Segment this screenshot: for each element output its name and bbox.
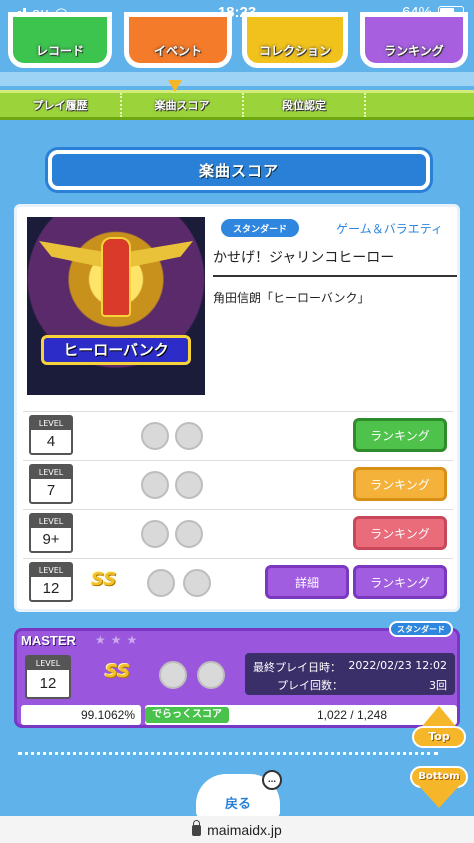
level-row-master: LEVEL 12 SS 詳細 ランキング [23,558,453,604]
difficulty-label: MASTER [21,633,76,648]
level-label: LEVEL [31,564,71,577]
detail-button[interactable]: 詳細 [265,565,349,599]
top-nav: レコード イベント コレクション ランキング [0,12,474,72]
level-value: 12 [39,675,57,692]
standard-badge: スタンダード [221,219,299,237]
play-count-value: 3回 [429,679,447,692]
play-count-row: プレイ回数： 3回 [253,677,447,693]
level-label: LEVEL [31,417,71,430]
tab-song-score[interactable]: 楽曲スコア [122,93,244,117]
nav-record[interactable]: レコード [8,12,112,68]
scroll-top-label: Top [412,726,466,748]
tab-play-history[interactable]: プレイ履歴 [0,93,122,117]
achievement-rate: 99.1062% [21,705,141,725]
level-box: LEVEL 12 [29,562,73,602]
jacket-hero [101,237,131,317]
fc-slot-icon [159,661,187,689]
song-artist: 角田信朗「ヒーローバンク」 [213,291,370,305]
jacket-wing-left [39,241,101,267]
play-count-label: プレイ回数： [277,679,343,692]
master-summary: MASTER ★★★ スタンダード LEVEL 12 SS 最終プレイ日時： 2… [14,621,460,728]
speech-bubble-icon: … [262,770,282,790]
level-row-basic: LEVEL 4 ランキング [23,411,453,457]
level-value: 9+ [42,531,60,548]
sub-tabs: プレイ履歴 楽曲スコア 段位認定 [0,90,474,120]
fs-slot-icon [175,471,203,499]
difficulty-stars-icon: ★★★ [95,633,143,647]
score-bar: 99.1062% でらっくスコア 1,022 / 1,248 [21,705,457,725]
fs-slot-icon [175,422,203,450]
level-box: LEVEL 4 [29,415,73,455]
song-genre: ゲーム＆バラエティ [336,222,443,236]
level-box: LEVEL 9+ [29,513,73,553]
back-label: 戻る [224,797,251,812]
fc-slot-icon [141,520,169,548]
ranking-button-advanced[interactable]: ランキング [353,467,447,501]
lock-icon [192,820,202,836]
level-row-advanced: LEVEL 7 ランキング [23,460,453,506]
song-title: かせげ！ジャリンコヒーロー [213,247,457,277]
fs-slot-icon [183,569,211,597]
song-card: ヒーローバンク スタンダード ゲーム＆バラエティ かせげ！ジャリンコヒーロー 角… [14,204,460,612]
last-play-label: 最終プレイ日時： [253,661,341,674]
tab-empty [366,93,474,117]
fc-slot-icon [141,422,169,450]
level-box: LEVEL 12 [25,655,71,699]
arrow-down-icon [419,786,459,808]
level-label: LEVEL [27,657,69,670]
fs-slot-icon [175,520,203,548]
level-value: 4 [46,433,56,450]
dotted-divider [18,752,438,756]
level-box: LEVEL 7 [29,464,73,504]
address-bar[interactable]: maimaidx.jp [0,816,474,843]
fc-slot-icon [141,471,169,499]
jacket-logo: ヒーローバンク [41,335,191,365]
jacket-wing-right [131,241,193,267]
level-value: 7 [46,482,56,499]
level-row-expert: LEVEL 9+ ランキング [23,509,453,555]
level-label: LEVEL [31,515,71,528]
scroll-top-button[interactable]: Top [412,706,466,758]
song-jacket: ヒーローバンク [27,217,205,395]
scroll-bottom-button[interactable]: Bottom [410,762,468,808]
tab-dan-certification[interactable]: 段位認定 [244,93,366,117]
last-play-row: 最終プレイ日時： 2022/02/23 12:02 [253,659,447,675]
ranking-button-basic[interactable]: ランキング [353,418,447,452]
fc-slot-icon [147,569,175,597]
nav-ranking[interactable]: ランキング [360,12,468,68]
dx-score-label: でらっくスコア [145,707,229,723]
fs-slot-icon [197,661,225,689]
nav-band [0,72,474,86]
nav-event[interactable]: イベント [124,12,232,68]
last-play-value: 2022/02/23 12:02 [348,659,447,672]
url-text: maimaidx.jp [207,821,282,838]
level-label: LEVEL [31,466,71,479]
rank-ss-icon: SS [91,569,117,590]
back-button[interactable]: 戻る … [196,770,282,818]
rank-ss-icon: SS [105,661,131,682]
standard-badge: スタンダード [389,621,453,637]
level-value: 12 [42,580,60,597]
nav-collection[interactable]: コレクション [242,12,348,68]
scroll-bottom-label: Bottom [410,766,468,788]
ranking-button-expert[interactable]: ランキング [353,516,447,550]
dx-score-box: でらっくスコア 1,022 / 1,248 [145,705,457,725]
page-title: 楽曲スコア [48,150,430,190]
play-info-panel: 最終プレイ日時： 2022/02/23 12:02 プレイ回数： 3回 [245,653,455,695]
dx-score-value: 1,022 / 1,248 [316,708,387,722]
ranking-button-master[interactable]: ランキング [353,565,447,599]
